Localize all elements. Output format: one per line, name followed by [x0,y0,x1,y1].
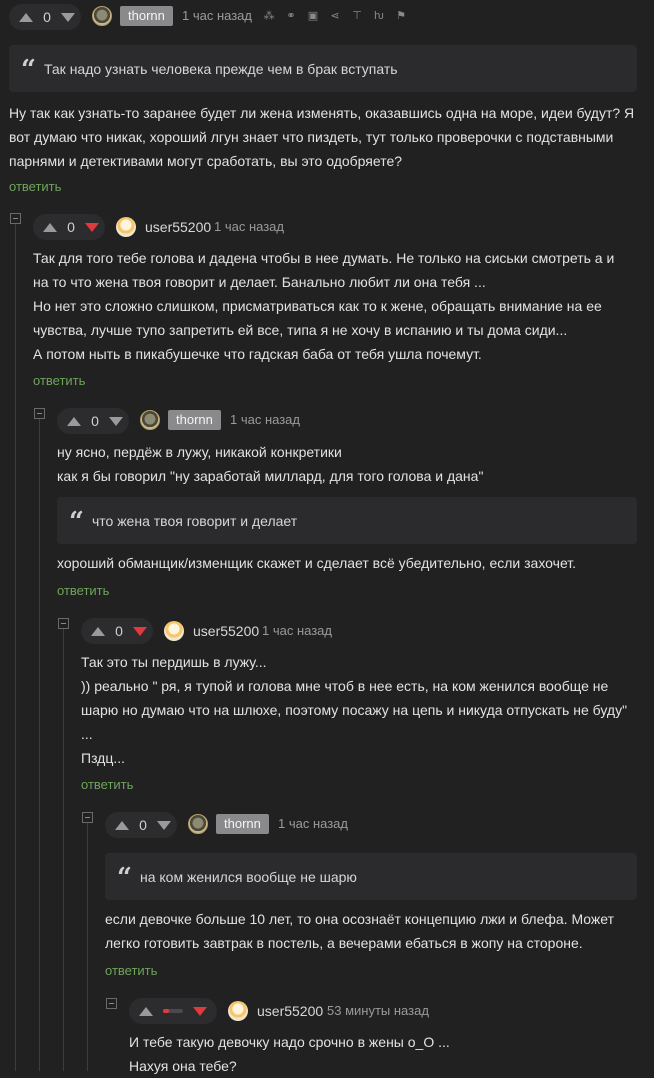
author-name[interactable]: user55200 [145,217,211,237]
comment-text: Так для того тебе голова и дадена чтобы … [33,250,615,362]
upvote-icon[interactable] [139,1006,153,1016]
quote-text: на ком женился вообще не шарю [139,868,357,885]
reply-link[interactable]: ответить [81,776,133,794]
flag-icon[interactable]: ⚑ [394,9,408,23]
comment-text: если девочке больше 10 лет, то она осозн… [105,911,614,951]
vote-count: 0 [139,817,147,833]
upvote-icon[interactable] [43,222,57,232]
author-badge[interactable]: thornn [168,410,221,430]
upvote-icon[interactable] [91,626,105,636]
timestamp[interactable]: 1 час назад [214,217,284,237]
vote-widget: 0 [81,618,153,644]
reply-link[interactable]: ответить [33,372,85,390]
avatar[interactable] [188,814,208,834]
collapse-toggle[interactable] [82,812,93,823]
thread-line [87,822,88,1071]
vote-widget: 0 [57,408,129,434]
quote-text: Так надо узнать человека прежде чем в бр… [43,60,398,77]
timestamp[interactable]: 1 час назад [278,814,348,834]
share-icon[interactable]: ⋖ [328,9,342,23]
collapse-toggle[interactable] [106,998,117,1009]
avatar[interactable] [116,217,136,237]
vote-count: 0 [43,9,51,25]
avatar[interactable] [140,410,160,430]
timestamp[interactable]: 1 час назад [182,6,252,26]
downvote-icon[interactable] [61,12,75,22]
thread-line [15,224,16,1071]
comment-text: хороший обманщик/изменщик скажет и сдела… [57,555,577,571]
quote-icon: “ [21,54,36,85]
avatar[interactable] [228,1001,248,1021]
downvote-icon[interactable] [193,1006,207,1016]
quote-text: что жена твоя говорит и делает [91,512,298,529]
author-badge[interactable]: thornn [120,6,173,26]
timestamp[interactable]: 1 час назад [230,410,300,430]
comment-text: ну ясно, пердёж в лужу, никакой конкрети… [57,444,484,484]
tree-icon[interactable]: ƕ [372,9,386,23]
save-icon[interactable]: ▣ [306,9,320,23]
coins-icon[interactable]: ⁂ [262,9,276,23]
quote-block: “ Так надо узнать человека прежде чем в … [9,45,637,92]
vote-widget: 0 [9,4,81,30]
upvote-icon[interactable] [19,12,33,22]
timestamp[interactable]: 53 минуты назад [327,1001,429,1021]
thread-line [39,418,40,1071]
author-name[interactable]: user55200 [193,621,259,641]
collapse-toggle[interactable] [10,213,21,224]
vote-count: 0 [67,219,75,235]
vote-count: 0 [91,413,99,429]
vote-ratio-bar [163,1009,183,1013]
link-icon[interactable]: ⚭ [284,9,298,23]
collapse-toggle[interactable] [34,408,45,419]
thread-line [63,628,64,1071]
avatar[interactable] [92,6,112,26]
collapse-toggle[interactable] [58,618,69,629]
quote-block: “ что жена твоя говорит и делает [57,497,637,544]
reply-link[interactable]: ответить [105,962,157,980]
upvote-icon[interactable] [115,820,129,830]
reply-link[interactable]: ответить [57,582,109,600]
vote-widget: 0 [105,812,177,838]
quote-icon: “ [69,506,84,537]
vote-count: 0 [115,623,123,639]
quote-block: “ на ком женился вообще не шарю [105,853,637,900]
author-badge[interactable]: thornn [216,814,269,834]
author-name[interactable]: user55200 [257,1001,323,1021]
vote-widget: 0 [33,214,105,240]
downvote-icon[interactable] [133,626,147,636]
reply-link[interactable]: ответить [9,178,61,196]
vote-widget [129,998,217,1024]
comment-text: Ну так как узнать-то заранее будет ли же… [9,105,635,169]
downvote-icon[interactable] [157,820,171,830]
upvote-icon[interactable] [67,416,81,426]
pin-icon[interactable]: ⊤ [350,9,364,23]
avatar[interactable] [164,621,184,641]
downvote-icon[interactable] [85,222,99,232]
downvote-icon[interactable] [109,416,123,426]
timestamp[interactable]: 1 час назад [262,621,332,641]
quote-icon: “ [117,862,132,893]
comment-text: Так это ты пердишь в лужу... )) реально … [81,654,628,766]
